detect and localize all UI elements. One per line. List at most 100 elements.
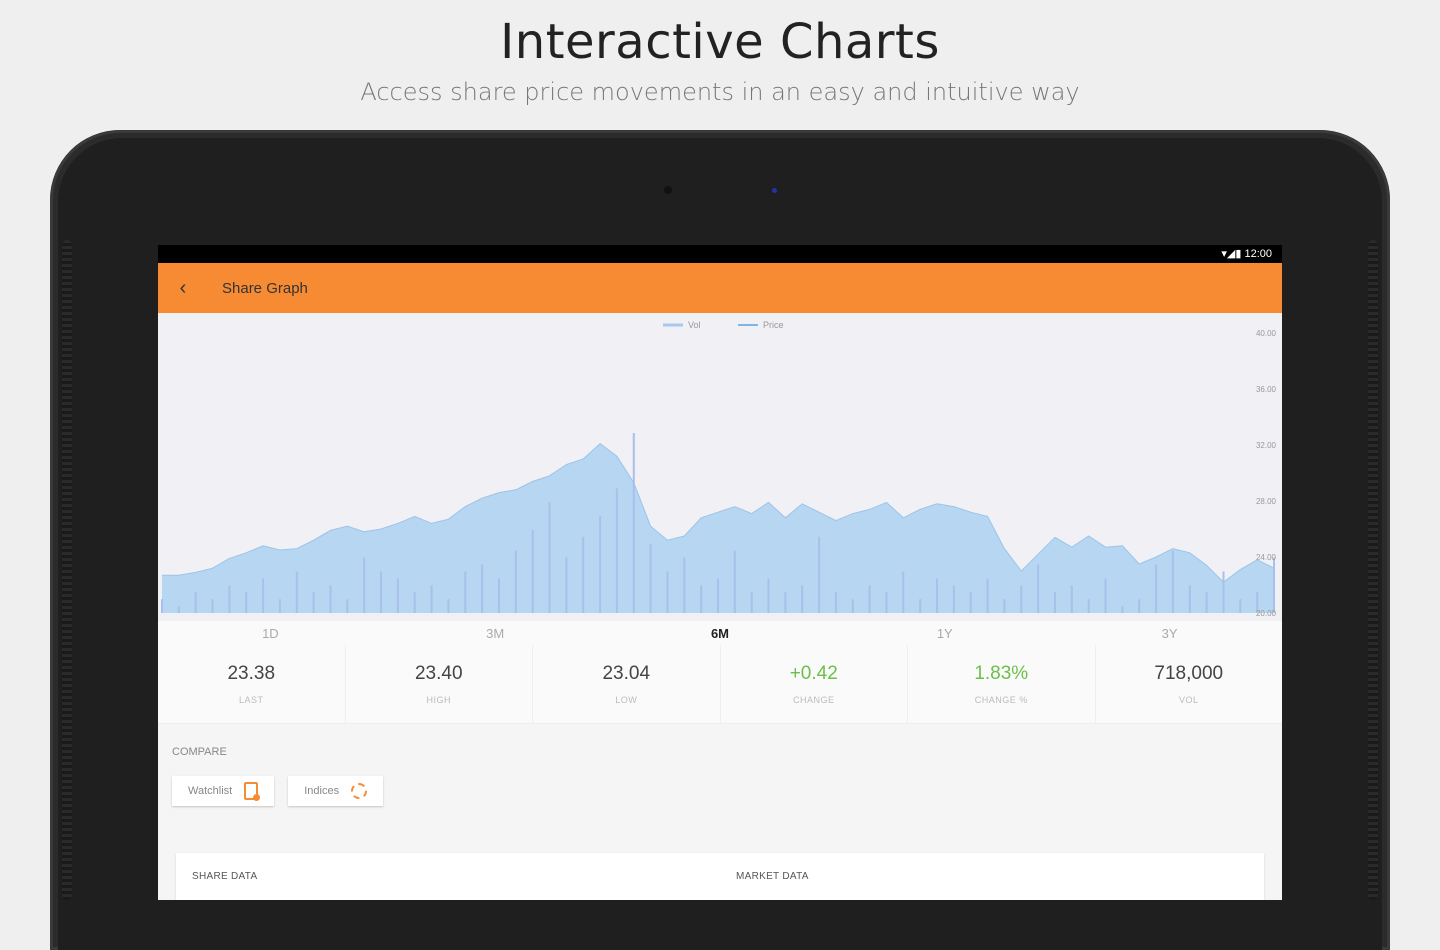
volume-bar [733,550,736,613]
volume-bar [1054,592,1056,613]
stat-label: LOW [615,695,638,705]
volume-bar [498,578,500,613]
indices-label: Indices [304,785,340,797]
volume-bar [548,502,551,613]
range-1d[interactable]: 1D [158,626,383,641]
stat-value: +0.42 [789,663,838,684]
volume-bar [919,599,922,613]
volume-bar [666,571,669,613]
legend-label: Vol [688,320,701,330]
watchlist-button[interactable]: Watchlist [172,776,275,806]
app-bar: ‹ Share Graph [158,263,1282,313]
camera-icon [664,186,672,194]
volume-bar [851,599,854,613]
volume-bar [1121,606,1124,613]
volume-bar [430,585,433,613]
market-data-header[interactable]: MARKET DATA [720,853,1264,900]
volume-bar [1020,585,1023,613]
volume-bar [801,585,804,613]
volume-bar [700,585,703,613]
volume-bar [750,592,753,613]
data-card: SHARE DATA MARKET DATA [176,853,1264,900]
volume-bar [464,571,467,613]
stat-label: LAST [238,695,264,705]
app-title: Share Graph [222,279,308,297]
compare-label: COMPARE [172,746,227,758]
volume-bar [1003,599,1006,613]
stat-value: 718,000 [1154,663,1224,684]
volume-bar [177,606,180,613]
volume-bar [228,585,231,613]
volume-bar [447,599,450,613]
volume-bar [346,599,349,613]
back-icon[interactable]: ‹ [158,277,208,300]
volume-bar [1171,550,1174,613]
volume-bar [1273,557,1275,613]
volume-bar [329,585,332,613]
watchlist-label: Watchlist [188,785,233,797]
volume-bar [936,578,938,613]
indices-button[interactable]: Indices [288,776,384,806]
volume-bar [599,516,602,613]
app-screen: ▾◢▮ 12:00 ‹ Share Graph 40.00 36.00 32.00 2… [158,245,1282,900]
range-3y[interactable]: 3Y [1057,626,1282,641]
volume-bar [1037,564,1040,613]
volume-bar [1205,592,1208,613]
compare-buttons: Watchlist Indices [172,776,1268,806]
share-data-header[interactable]: SHARE DATA [176,853,720,900]
chart-svg[interactable]: 40.00 36.00 32.00 28.00 24.00 20.00 Vol Price [158,313,1282,621]
volume-bar [363,557,366,613]
range-3m[interactable]: 3M [383,626,608,641]
legend-label: Price [763,320,784,330]
volume-bar [582,536,585,613]
volume-bar [952,585,955,613]
volume-bar [969,592,972,613]
y-tick-label: 36.00 [1256,385,1277,394]
volume-bar [986,578,989,613]
volume-bar [262,578,265,613]
volume-bar [717,578,719,613]
volume-bar [481,564,484,613]
stat-last: 23.38 LAST [158,645,346,723]
volume-bar [194,592,197,613]
range-1y[interactable]: 1Y [832,626,1057,641]
stat-high: 23.40 HIGH [346,645,533,723]
volume-bar [1104,578,1107,613]
volume-bar [295,571,298,613]
volume-bar [1087,599,1090,613]
volume-bar [1138,599,1141,613]
volume-bar [531,529,534,613]
stat-label: HIGH [426,695,451,705]
stat-change-pct: 1.83% CHANGE % [908,645,1096,723]
range-6m[interactable]: 6M [608,626,833,641]
volume-bar [902,571,905,613]
sensor-icon [772,188,777,193]
volume-bar [312,592,315,613]
status-icons: ▾◢▮ [1221,248,1242,260]
volume-bar [565,557,568,613]
volume-bar [818,536,821,613]
speaker-right [1368,240,1378,900]
stat-low: 23.04 LOW [533,645,721,723]
volume-bar [1070,585,1073,613]
speaker-left [62,240,72,900]
promo-title: Interactive Charts [500,14,940,70]
volume-bar [245,592,248,613]
volume-bar [161,599,163,613]
volume-bar [834,592,837,613]
volume-bar [615,488,618,613]
volume-bar [514,550,517,613]
stat-change: +0.42 CHANGE [721,645,908,723]
stats-row: 23.38 LAST 23.40 HIGH 23.04 LOW +0.42 CH… [158,645,1282,724]
stat-value: 23.40 [414,663,463,684]
watchlist-icon [244,782,261,801]
volume-bar [1222,571,1225,613]
stat-value: 1.83% [974,663,1029,684]
y-tick-label: 24.00 [1256,553,1277,562]
share-chart[interactable]: 40.00 36.00 32.00 28.00 24.00 20.00 Vol Price [158,313,1282,621]
volume-bar [278,599,281,613]
y-tick-label: 20.00 [1256,609,1277,618]
y-tick-label: 40.00 [1256,329,1277,338]
indices-icon [351,783,368,799]
volume-bar [885,592,888,613]
